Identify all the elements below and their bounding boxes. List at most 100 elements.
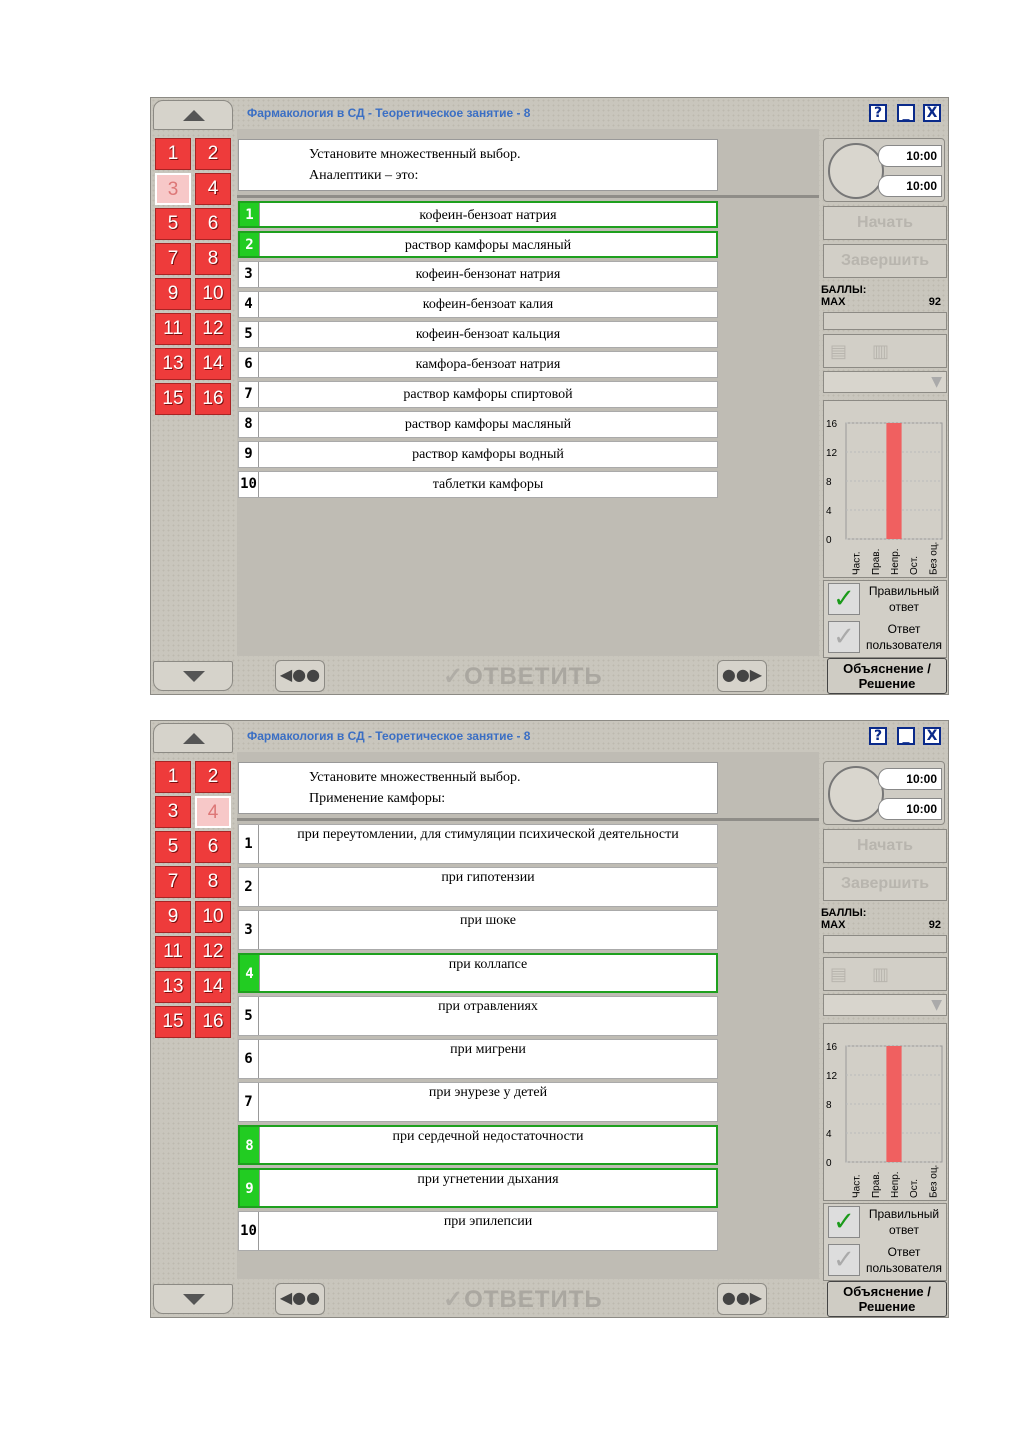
question-number-8[interactable]: 8 (195, 243, 231, 275)
question-number-6[interactable]: 6 (195, 831, 231, 863)
question-number-2[interactable]: 2 (195, 138, 231, 170)
prev-question-button[interactable]: ◀●● (275, 1283, 325, 1315)
question-number-3[interactable]: 3 (155, 796, 191, 828)
question-number-1[interactable]: 1 (155, 761, 191, 793)
help-button[interactable]: ? (869, 104, 887, 122)
copy-icon[interactable]: ▤ (830, 964, 847, 985)
question-number-2[interactable]: 2 (195, 761, 231, 793)
help-button[interactable]: ? (869, 727, 887, 745)
minimize-button[interactable]: _ (897, 727, 915, 745)
question-number-5[interactable]: 5 (155, 208, 191, 240)
question-number-8[interactable]: 8 (195, 866, 231, 898)
question-number-16[interactable]: 16 (195, 1006, 231, 1038)
y-tick-label: 0 (826, 535, 832, 546)
answer-option-10[interactable]: 10 при эпилепсии (238, 1211, 718, 1251)
question-number-4[interactable]: 4 (195, 796, 231, 828)
question-number-15[interactable]: 15 (155, 1006, 191, 1038)
question-number-7[interactable]: 7 (155, 243, 191, 275)
paste-icon[interactable]: ▥ (872, 964, 889, 985)
timer-total: 10:00 (878, 768, 942, 790)
user-answer-legend[interactable]: ✓ Ответ пользователя (826, 1242, 946, 1278)
answer-option-8[interactable]: 8 раствор камфоры масляный (238, 411, 718, 438)
start-button[interactable]: Начать (823, 829, 947, 863)
answer-number: 8 (240, 1127, 260, 1163)
answer-button[interactable]: ✓ОТВЕТИТЬ (443, 662, 603, 691)
explanation-button[interactable]: Объяснение / Решение (827, 1281, 947, 1317)
answer-option-8[interactable]: 8 при сердечной недостаточности (238, 1125, 718, 1165)
answer-option-5[interactable]: 5 кофеин-бензоат кальция (238, 321, 718, 348)
y-tick-label: 12 (826, 448, 838, 459)
answer-option-1[interactable]: 1 при переутомлении, для стимуляции психи… (238, 824, 718, 864)
question-number-14[interactable]: 14 (195, 971, 231, 1003)
answer-option-7[interactable]: 7 раствор камфоры спиртовой (238, 381, 718, 408)
next-question-button[interactable]: ●●▶ (717, 660, 767, 692)
question-number-12[interactable]: 12 (195, 936, 231, 968)
scroll-down-button[interactable] (153, 661, 233, 691)
arrow-left-icon: ◀●● (279, 1288, 321, 1307)
copy-icon[interactable]: ▤ (830, 341, 847, 362)
correct-answer-legend[interactable]: ✓ Правильный ответ (826, 1204, 946, 1240)
answer-option-7[interactable]: 7 при энурезе у детей (238, 1082, 718, 1122)
check-icon: ✓ (443, 663, 465, 690)
answer-text: при мигрени (450, 1042, 526, 1057)
user-answer-legend[interactable]: ✓ Ответ пользователя (826, 619, 946, 655)
select-dropdown[interactable]: ▼ (823, 371, 947, 393)
answer-option-4[interactable]: 4 кофеин-бензоат калия (238, 291, 718, 318)
finish-button[interactable]: Завершить (823, 867, 947, 901)
answer-button[interactable]: ✓ОТВЕТИТЬ (443, 1285, 603, 1314)
question-number-10[interactable]: 10 (195, 278, 231, 310)
select-dropdown[interactable]: ▼ (823, 994, 947, 1016)
correct-answer-legend[interactable]: ✓ Правильный ответ (826, 581, 946, 617)
question-number-9[interactable]: 9 (155, 901, 191, 933)
divider (237, 195, 819, 198)
legend-label: ответ (889, 600, 919, 614)
explanation-button[interactable]: Объяснение / Решение (827, 658, 947, 694)
next-question-button[interactable]: ●●▶ (717, 1283, 767, 1315)
paste-icon[interactable]: ▥ (872, 341, 889, 362)
start-button[interactable]: Начать (823, 206, 947, 240)
answer-option-9[interactable]: 9 раствор камфоры водный (238, 441, 718, 468)
answer-option-4[interactable]: 4 при коллапсе (238, 953, 718, 993)
answer-number: 5 (239, 997, 259, 1035)
question-number-3[interactable]: 3 (155, 173, 191, 205)
question-number-10[interactable]: 10 (195, 901, 231, 933)
answer-option-1[interactable]: 1 кофеин-бензоат натрия (238, 201, 718, 228)
question-number-12[interactable]: 12 (195, 313, 231, 345)
x-tick-label: Без оц. (928, 1165, 939, 1198)
question-number-6[interactable]: 6 (195, 208, 231, 240)
question-number-14[interactable]: 14 (195, 348, 231, 380)
question-number-7[interactable]: 7 (155, 866, 191, 898)
prev-question-button[interactable]: ◀●● (275, 660, 325, 692)
question-number-4[interactable]: 4 (195, 173, 231, 205)
max-value: 92 (928, 296, 941, 308)
score-bar (823, 312, 947, 330)
question-number-11[interactable]: 11 (155, 313, 191, 345)
scroll-up-button[interactable] (153, 723, 233, 753)
answer-option-5[interactable]: 5 при отравлениях (238, 996, 718, 1036)
scroll-up-button[interactable] (153, 100, 233, 130)
question-number-13[interactable]: 13 (155, 971, 191, 1003)
finish-button[interactable]: Завершить (823, 244, 947, 278)
answer-option-9[interactable]: 9 при угнетении дыхания (238, 1168, 718, 1208)
minimize-button[interactable]: _ (897, 104, 915, 122)
answer-option-2[interactable]: 2 при гипотензии (238, 867, 718, 907)
question-number-13[interactable]: 13 (155, 348, 191, 380)
question-number-1[interactable]: 1 (155, 138, 191, 170)
question-number-9[interactable]: 9 (155, 278, 191, 310)
question-number-5[interactable]: 5 (155, 831, 191, 863)
answer-option-3[interactable]: 3 кофеин-бензонат натрия (238, 261, 718, 288)
question-number-15[interactable]: 15 (155, 383, 191, 415)
close-button[interactable]: X (923, 104, 941, 122)
question-number-16[interactable]: 16 (195, 383, 231, 415)
answer-option-10[interactable]: 10 таблетки камфоры (238, 471, 718, 498)
arrow-right-icon: ●●▶ (721, 665, 763, 684)
answer-option-3[interactable]: 3 при шоке (238, 910, 718, 950)
scroll-down-button[interactable] (153, 1284, 233, 1314)
answer-text: таблетки камфоры (432, 477, 544, 492)
question-number-11[interactable]: 11 (155, 936, 191, 968)
answer-option-6[interactable]: 6 при мигрени (238, 1039, 718, 1079)
close-button[interactable]: X (923, 727, 941, 745)
answer-option-2[interactable]: 2 раствор камфоры масляный (238, 231, 718, 258)
answer-option-6[interactable]: 6 камфора-бензоат натрия (238, 351, 718, 378)
arrow-right-icon: ●●▶ (721, 1288, 763, 1307)
